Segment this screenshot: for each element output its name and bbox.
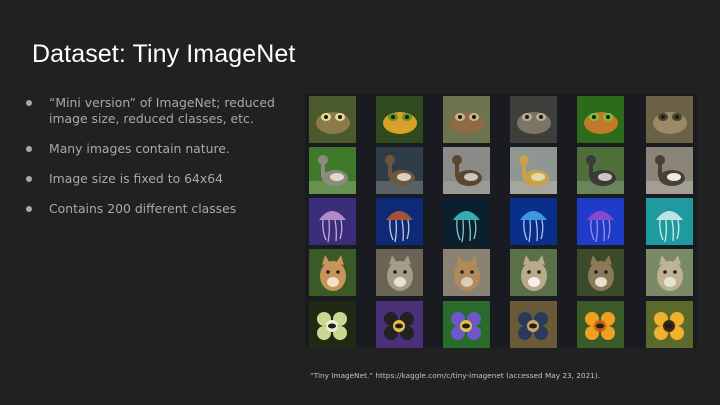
ducklings-image-icon <box>510 147 557 194</box>
deep-sea-jellyfish-image-icon <box>577 198 624 245</box>
cougar-on-rock-image-icon <box>577 249 624 296</box>
bullet-dot-icon <box>26 206 32 212</box>
bullet-list: “Mini version” of ImageNet; reduced imag… <box>26 95 296 231</box>
bee-on-tree-bark-image-icon <box>510 301 557 348</box>
purple-jellyfish-image-icon <box>309 198 356 245</box>
grey-toad-image-icon <box>510 96 557 143</box>
lying-cougar-image-icon <box>646 249 693 296</box>
canada-goose-image-icon <box>646 147 693 194</box>
bullet-dot-icon <box>26 146 32 152</box>
cougar-face-image-icon <box>309 249 356 296</box>
bullet-item: Many images contain nature. <box>26 141 296 157</box>
swimming-duck-image-icon <box>376 147 423 194</box>
camouflaged-frog-image-icon <box>646 96 693 143</box>
caged-cougar-image-icon <box>443 249 490 296</box>
bullet-dot-icon <box>26 176 32 182</box>
snarling-cougar-image-icon <box>376 249 423 296</box>
bullet-text: Many images contain nature. <box>49 141 230 156</box>
geese-flock-image-icon <box>577 147 624 194</box>
citation: “Tiny ImageNet.” https://kaggle.com/c/ti… <box>310 371 601 380</box>
brown-frog-image-icon <box>443 96 490 143</box>
bumblebee-on-thistle-image-icon <box>376 301 423 348</box>
bee-on-orange-flower-image-icon <box>646 301 693 348</box>
duck-on-pavement-image-icon <box>443 147 490 194</box>
slide-title: Dataset: Tiny ImageNet <box>32 40 296 68</box>
pale-jellyfish-image-icon <box>646 198 693 245</box>
bee-on-purple-flower-image-icon <box>443 301 490 348</box>
slide: Dataset: Tiny ImageNet “Mini version” of… <box>0 0 720 405</box>
bullet-text: “Mini version” of ImageNet; reduced imag… <box>49 95 275 126</box>
bullet-item: Image size is fixed to 64x64 <box>26 171 296 187</box>
blue-jellyfish-image-icon <box>510 198 557 245</box>
sample-image-grid <box>305 94 697 348</box>
orange-jellyfish-image-icon <box>376 198 423 245</box>
comb-jelly-image-icon <box>443 198 490 245</box>
toad-image-icon <box>309 96 356 143</box>
tree-frog-image-icon <box>577 96 624 143</box>
bullet-text: Contains 200 different classes <box>49 201 237 216</box>
tan-cougar-image-icon <box>510 249 557 296</box>
bullet-text: Image size is fixed to 64x64 <box>49 171 223 186</box>
bee-on-yellow-flower-image-icon <box>577 301 624 348</box>
bee-on-leaves-image-icon <box>309 301 356 348</box>
goose-on-grass-image-icon <box>309 147 356 194</box>
yellow-frog-image-icon <box>376 96 423 143</box>
bullet-item: Contains 200 different classes <box>26 201 296 217</box>
bullet-dot-icon <box>26 100 32 106</box>
bullet-item: “Mini version” of ImageNet; reduced imag… <box>26 95 296 127</box>
